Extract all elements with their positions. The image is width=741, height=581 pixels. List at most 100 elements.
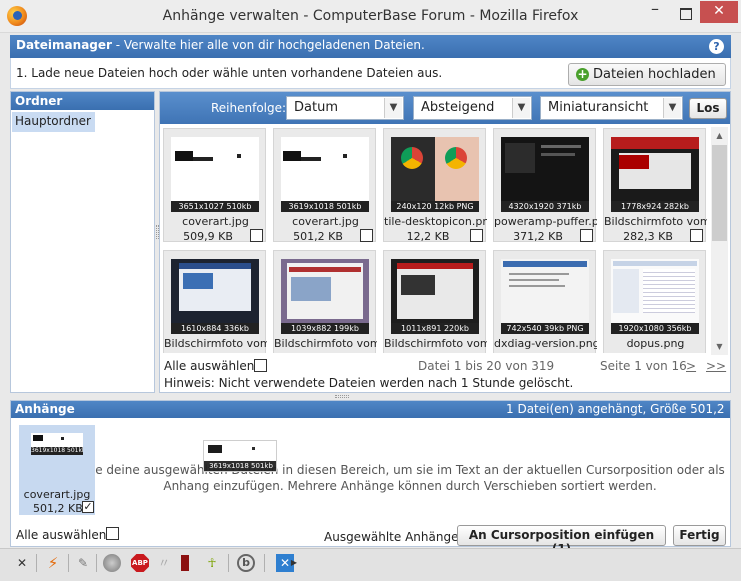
file-name: Bildschirmfoto vom — [604, 215, 707, 228]
edit-icon[interactable]: ✎ — [74, 554, 92, 572]
file-tile[interactable]: 240x120 12kb PNG tile-desktopicon.pn 12,… — [383, 128, 487, 243]
file-checkbox[interactable] — [360, 229, 373, 242]
file-tile[interactable]: 1778x924 282kb Bildschirmfoto vom 282,3 … — [603, 128, 707, 243]
file-thumbnail: 4320x1920 371kb — [501, 137, 589, 212]
file-size: 282,3 KB — [623, 230, 673, 243]
file-manager-header: Dateimanager - Verwalte hier alle von di… — [10, 35, 731, 58]
next-page-link[interactable]: > — [686, 359, 696, 373]
selected-attachments-label: Ausgewählte Anhänge: — [324, 530, 463, 544]
attachments-select-all-checkbox[interactable] — [106, 527, 119, 540]
scrollbar-thumb[interactable] — [712, 145, 727, 241]
file-name: Bildschirmfoto vom — [384, 337, 487, 350]
file-name: dopus.png — [626, 337, 685, 350]
attachments-select-all-label: Alle auswählen — [16, 528, 107, 542]
attachment-checkbox[interactable]: ✓ — [82, 501, 94, 513]
file-manager-title: Dateimanager — [16, 38, 112, 52]
file-tile[interactable]: 1610x884 336kb Bildschirmfoto vom — [163, 250, 267, 353]
file-checkbox[interactable] — [250, 229, 263, 242]
drop-hint-line2: Anhang einzufügen. Mehrere Anhänge könne… — [163, 479, 657, 493]
b-icon[interactable]: b — [237, 554, 255, 572]
attachments-drop-hint: e deine ausgewählten Dateien in diesen B… — [90, 462, 730, 494]
folder-item-main[interactable]: Hauptordner — [12, 112, 95, 132]
file-dimensions: 1610x884 336kb — [171, 323, 259, 334]
lightning-icon[interactable]: ⚡ — [44, 554, 62, 572]
help-icon[interactable]: ? — [709, 39, 724, 54]
chevron-down-icon: ▼ — [512, 98, 530, 118]
close-addon-bar-icon[interactable]: ✕ — [13, 554, 31, 572]
file-thumbnail: 1610x884 336kb — [171, 259, 259, 334]
scroll-up-icon[interactable]: ▲ — [711, 127, 728, 144]
file-thumbnail: 3651x1027 510kb — [171, 137, 259, 212]
attachment-thumbnail: 3619x1018 501kb — [31, 433, 83, 455]
last-page-link[interactable]: >> — [706, 359, 726, 373]
file-tile[interactable]: 742x540 39kb PNG dxdiag-version.png — [493, 250, 597, 353]
sort-direction-select[interactable]: Absteigend ▼ — [413, 96, 532, 120]
file-thumbnail: 1920x1080 356kb — [611, 259, 699, 334]
chevron-down-icon: ▼ — [384, 98, 402, 118]
select-all-checkbox[interactable] — [254, 359, 267, 372]
attachment-dimensions: 3619x1018 501kb — [31, 447, 83, 455]
book-icon[interactable] — [181, 555, 189, 571]
file-thumbnail: 3619x1018 501kb — [281, 137, 369, 212]
close-button[interactable]: ✕ — [700, 1, 738, 23]
file-tile[interactable]: 1039x882 199kb Bildschirmfoto vom — [273, 250, 377, 353]
attachment-size: 501,2 KB — [33, 502, 83, 515]
sort-label: Reihenfolge: — [211, 101, 287, 115]
file-name: Bildschirmfoto vom — [164, 337, 267, 350]
file-tile[interactable]: 4320x1920 371kb poweramp-puffer.p 371,2 … — [493, 128, 597, 243]
file-tile[interactable]: 1011x891 220kb Bildschirmfoto vom — [383, 250, 487, 353]
file-dimensions: 1011x891 220kb — [391, 323, 479, 334]
file-checkbox[interactable] — [690, 229, 703, 242]
insert-at-cursor-button[interactable]: An Cursorposition einfügen (1) — [457, 525, 666, 556]
file-name: poweramp-puffer.p — [494, 215, 597, 228]
horizontal-splitter[interactable] — [335, 395, 349, 398]
instruction-text: 1. Lade neue Dateien hoch oder wähle unt… — [16, 66, 443, 80]
file-dimensions: 3651x1027 510kb — [171, 201, 259, 212]
file-name: coverart.jpg — [292, 215, 359, 228]
upload-files-button[interactable]: Dateien hochladen — [568, 63, 726, 86]
separator — [68, 554, 69, 572]
file-checkbox[interactable] — [580, 229, 593, 242]
scroll-down-icon[interactable]: ▼ — [711, 338, 728, 355]
separator — [36, 554, 37, 572]
file-dimensions: 4320x1920 371kb — [501, 201, 589, 212]
adblock-icon[interactable]: ABP — [131, 554, 149, 572]
done-button[interactable]: Fertig — [673, 525, 726, 546]
file-name: coverart.jpg — [182, 215, 249, 228]
drag-preview-dimensions: 3619x1018 501kb — [204, 461, 276, 471]
attachments-title: Anhänge — [15, 402, 75, 416]
view-mode-select[interactable]: Miniaturansicht ▼ — [540, 96, 683, 120]
file-tile[interactable]: 3619x1018 501kb coverart.jpg 501,2 KB — [273, 128, 376, 243]
file-dimensions: 1920x1080 356kb — [611, 323, 699, 334]
file-name: Bildschirmfoto vom — [274, 337, 377, 350]
file-dimensions: 1778x924 282kb — [611, 201, 699, 212]
chevron-right-icon[interactable]: ▶ — [290, 554, 298, 572]
sort-direction-value: Absteigend — [421, 100, 495, 115]
file-size: 509,9 KB — [183, 230, 233, 243]
chevron-down-icon: ▼ — [663, 98, 681, 118]
drop-hint-line1: e deine ausgewählten Dateien in diesen B… — [95, 463, 725, 477]
file-thumbnail: 1039x882 199kb — [281, 259, 369, 334]
file-thumbnail: 1011x891 220kb — [391, 259, 479, 334]
globe-icon[interactable] — [103, 554, 121, 572]
file-tile[interactable]: 3651x1027 510kb coverart.jpg 509,9 KB — [163, 128, 266, 243]
minimize-button[interactable]: – — [640, 1, 670, 23]
folder-panel-title: Ordner — [11, 92, 154, 110]
person-icon[interactable]: ☥ — [203, 554, 221, 572]
separator — [228, 554, 229, 572]
separator — [264, 554, 265, 572]
sort-field-value: Datum — [294, 100, 338, 115]
file-grid: 3651x1027 510kb coverart.jpg 509,9 KB 36… — [163, 128, 709, 353]
feather-icon[interactable]: 〃 — [155, 554, 173, 572]
file-tile[interactable]: 1920x1080 356kb dopus.png — [603, 250, 706, 353]
file-checkbox[interactable] — [470, 229, 483, 242]
sort-field-select[interactable]: Datum ▼ — [286, 96, 404, 120]
file-dimensions: 1039x882 199kb — [281, 323, 369, 334]
maximize-button[interactable] — [670, 1, 700, 23]
apply-sort-button[interactable]: Los — [689, 98, 727, 119]
page-info-text: Seite 1 von 16 — [600, 359, 687, 373]
deletion-hint: Hinweis: Nicht verwendete Dateien werden… — [164, 376, 574, 390]
file-size: 12,2 KB — [406, 230, 450, 243]
attachments-info: 1 Datei(en) angehängt, Größe 501,2 KB — [506, 402, 725, 430]
window-title: Anhänge verwalten - ComputerBase Forum -… — [162, 8, 579, 24]
